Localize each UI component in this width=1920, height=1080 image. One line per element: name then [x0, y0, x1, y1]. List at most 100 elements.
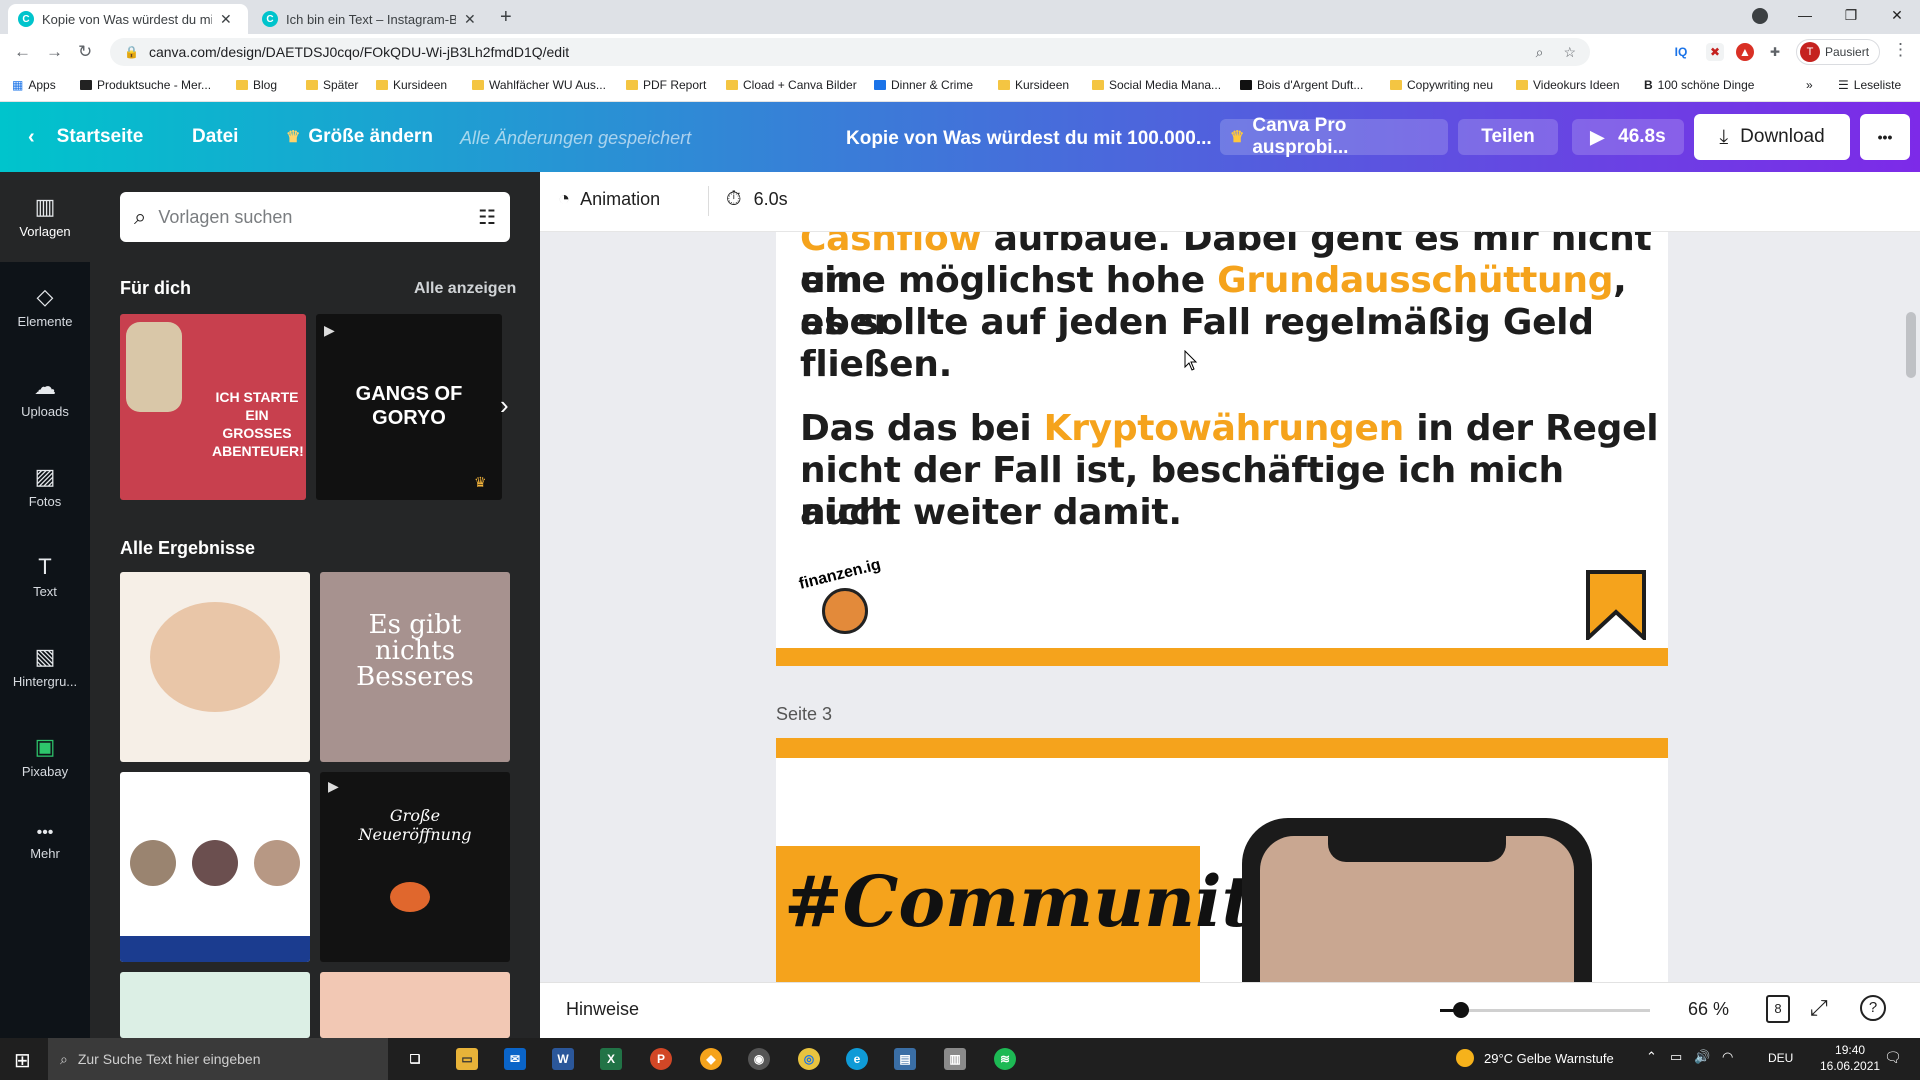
bookmark-item[interactable]: Kursideen	[998, 78, 1069, 92]
reading-list[interactable]: ☰ Leseliste	[1838, 78, 1901, 92]
extension-badge-icon[interactable]: ▲	[1736, 43, 1754, 61]
restore-icon[interactable]: ❐	[1828, 0, 1874, 30]
more-bookmarks-icon[interactable]: »	[1806, 78, 1813, 92]
bookmark-item[interactable]: Blog	[236, 78, 277, 92]
clock[interactable]: 19:40 16.06.2021	[1820, 1042, 1880, 1074]
rail-item-text[interactable]: T Text	[0, 554, 90, 599]
duration-button[interactable]: ⏱ 6.0s	[726, 188, 788, 211]
notes-button[interactable]: Hinweise	[566, 999, 639, 1020]
rail-item-pixabay[interactable]: ▣ Pixabay	[0, 734, 90, 779]
bookmark-item[interactable]: Wahlfächer WU Aus...	[472, 78, 606, 92]
canva-pro-button[interactable]: ♛ Canva Pro ausprobi...	[1220, 115, 1448, 158]
text-line[interactable]: Das das bei Kryptowährungen in der Regel	[800, 408, 1659, 450]
fullscreen-icon[interactable]: ⤢	[1810, 995, 1828, 1021]
tab-search-icon[interactable]	[1752, 8, 1768, 24]
bookmark-item[interactable]: Später	[306, 78, 358, 92]
filter-sliders-icon[interactable]: ☷	[478, 205, 496, 230]
word-icon[interactable]: W	[552, 1048, 574, 1070]
design-page-3[interactable]: #Community	[776, 738, 1668, 982]
template-thumb-opening[interactable]: ▶ Große Neueröffnung	[320, 772, 510, 962]
file-explorer-icon[interactable]: ▭	[456, 1048, 478, 1070]
app-icon[interactable]: ▤	[894, 1048, 916, 1070]
excel-icon[interactable]: X	[600, 1048, 622, 1070]
profile-button[interactable]: T Pausiert	[1796, 39, 1880, 65]
bookmark-item[interactable]: Videokurs Ideen	[1516, 78, 1620, 92]
tray-chevron-icon[interactable]: ⌃	[1646, 1049, 1657, 1065]
vertical-scrollbar[interactable]	[1906, 312, 1916, 378]
windows-start-icon[interactable]: ⊞	[14, 1048, 31, 1073]
new-tab-icon[interactable]: +	[500, 6, 512, 29]
file-menu-button[interactable]: Datei	[182, 119, 248, 155]
rail-item-fotos[interactable]: ▨ Fotos	[0, 464, 90, 509]
page-count-button[interactable]: 8	[1766, 995, 1790, 1023]
app-icon[interactable]: ◉	[748, 1048, 770, 1070]
tab-instagram[interactable]: C Ich bin ein Text – Instagram-Beit ✕	[252, 4, 488, 34]
finanzen-logo[interactable]: finanzen.ig	[792, 556, 888, 638]
bookmark-item[interactable]: Social Media Mana...	[1092, 78, 1221, 92]
bookmark-item[interactable]: Produktsuche - Mer...	[80, 78, 211, 92]
language-indicator[interactable]: DEU	[1768, 1051, 1793, 1065]
forward-icon[interactable]: →	[46, 42, 63, 62]
url-field[interactable]: 🔒 canva.com/design/DAETDSJ0cqo/FOkQDU-Wi…	[110, 38, 1590, 66]
chrome-menu-icon[interactable]: ⋮	[1892, 40, 1909, 60]
zoom-level[interactable]: 66 %	[1688, 999, 1729, 1020]
more-options-button[interactable]: •••	[1860, 114, 1910, 160]
taskbar-search-input[interactable]: ⌕ Zur Suche Text hier eingeben	[48, 1038, 388, 1080]
rail-item-vorlagen[interactable]: ▥ Vorlagen	[0, 172, 90, 262]
extension-iq-icon[interactable]: IQ	[1672, 43, 1690, 61]
template-thumb-partial[interactable]	[120, 972, 310, 1038]
zoom-slider[interactable]	[1440, 1002, 1650, 1018]
chrome-icon[interactable]: ◎	[798, 1048, 820, 1070]
chevron-right-icon[interactable]: ›	[500, 390, 509, 421]
task-view-icon[interactable]: ❏	[404, 1048, 426, 1070]
bookmark-item[interactable]: B 100 schöne Dinge	[1644, 78, 1754, 92]
rail-item-elemente[interactable]: ◇ Elemente	[0, 284, 90, 329]
powerpoint-icon[interactable]: P	[650, 1048, 672, 1070]
download-button[interactable]: ⤓ Download	[1694, 114, 1850, 160]
rail-item-background[interactable]: ▧ Hintergru...	[0, 644, 90, 689]
home-button[interactable]: ‹ Startseite	[18, 119, 153, 155]
reload-icon[interactable]: ↻	[78, 42, 92, 62]
design-page-2[interactable]: Cashflow aufbaue. Dabei geht es mir nich…	[776, 232, 1668, 666]
text-line[interactable]: nicht weiter damit.	[800, 492, 1182, 534]
bookmark-apps[interactable]: ▦ Apps	[12, 78, 56, 92]
volume-icon[interactable]: 🔊	[1694, 1049, 1710, 1065]
extension-icon[interactable]: ✖	[1706, 43, 1724, 61]
template-search-input[interactable]: ⌕ Vorlagen suchen ☷	[120, 192, 510, 242]
minimize-icon[interactable]: —	[1782, 0, 1828, 30]
edge-icon[interactable]: e	[846, 1048, 868, 1070]
rail-item-more[interactable]: ••• Mehr	[0, 824, 90, 861]
wifi-icon[interactable]: ◠	[1722, 1049, 1733, 1065]
spotify-icon[interactable]: ≋	[994, 1048, 1016, 1070]
template-thumb-gangs[interactable]: ▶ GANGS OF GORYO ♛	[316, 314, 502, 500]
text-line[interactable]: es sollte auf jeden Fall regelmäßig Geld	[800, 302, 1594, 344]
bookmark-item[interactable]: Copywriting neu	[1390, 78, 1493, 92]
close-tab-icon[interactable]: ✕	[220, 11, 232, 28]
bookmark-item[interactable]: PDF Report	[626, 78, 706, 92]
bookmark-item[interactable]: Bois d'Argent Duft...	[1240, 78, 1363, 92]
mail-icon[interactable]: ✉	[504, 1048, 526, 1070]
template-thumb-partial[interactable]	[320, 972, 510, 1038]
document-title[interactable]: Kopie von Was würdest du mit 100.000...	[846, 128, 1212, 150]
present-play-button[interactable]: ▶ 46.8s	[1572, 119, 1684, 155]
share-button[interactable]: Teilen	[1458, 119, 1558, 155]
rail-item-uploads[interactable]: ☁ Uploads	[0, 374, 90, 419]
network-icon[interactable]: ▭	[1670, 1049, 1682, 1065]
zoom-icon[interactable]: ⌕	[1536, 44, 1544, 61]
app-icon[interactable]: ◆	[700, 1048, 722, 1070]
template-thumb-mother[interactable]	[120, 572, 310, 762]
extensions-puzzle-icon[interactable]: ✚	[1766, 43, 1784, 61]
bookmark-item[interactable]: Dinner & Crime	[874, 78, 973, 92]
template-thumb-besseres[interactable]: Es gibt nichts Besseres	[320, 572, 510, 762]
template-thumb-fathersday[interactable]	[120, 772, 310, 962]
resize-button[interactable]: ♛ Größe ändern	[276, 119, 443, 155]
bookmark-item[interactable]: Kursideen	[376, 78, 447, 92]
text-line[interactable]: fließen.	[800, 344, 952, 386]
weather-text[interactable]: 29°C Gelbe Warnstufe	[1484, 1051, 1614, 1066]
notifications-icon[interactable]: 🗨	[1884, 1049, 1902, 1066]
bookmark-item[interactable]: Cload + Canva Bilder	[726, 78, 857, 92]
animation-button[interactable]: ◔ Animation	[558, 188, 660, 211]
template-thumb-adventure[interactable]: ICH STARTE EIN GROSSES ABENTEUER!	[120, 314, 306, 500]
back-icon[interactable]: ←	[14, 42, 31, 62]
zoom-slider-handle[interactable]	[1453, 1002, 1469, 1018]
